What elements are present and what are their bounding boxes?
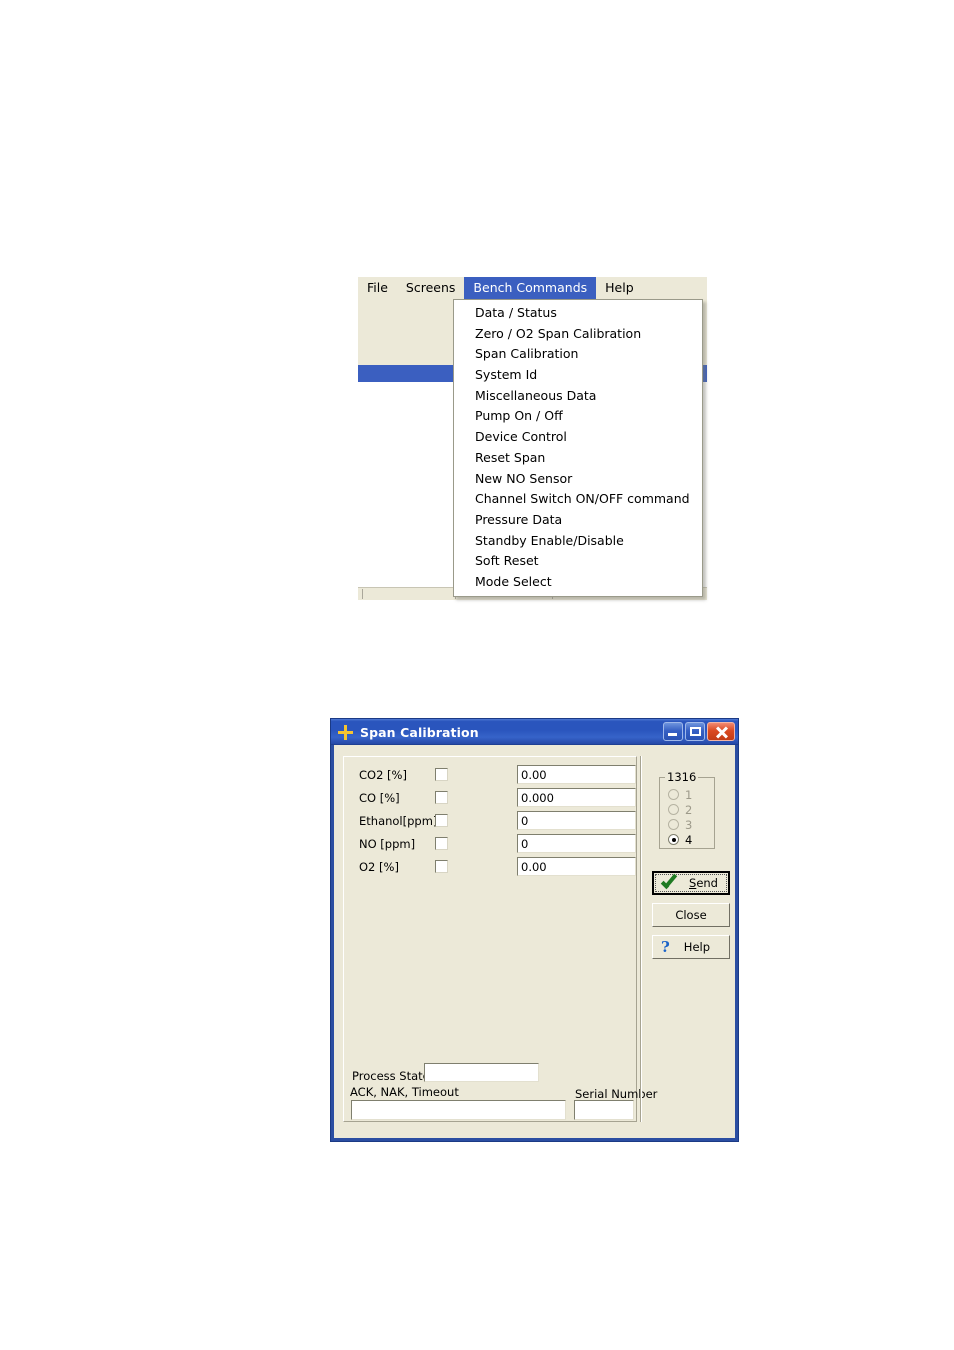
- menu-item-mode-select[interactable]: Mode Select: [454, 572, 702, 593]
- cross-icon: [337, 724, 354, 741]
- gas-value-input[interactable]: 0: [517, 811, 636, 830]
- channel-group-box: 1316 1234: [659, 770, 715, 849]
- gas-label: Ethanol[ppm]: [359, 814, 438, 828]
- gas-checkbox[interactable]: [435, 837, 448, 850]
- status-separator: [362, 589, 363, 599]
- radio-indicator: [668, 804, 679, 815]
- menu-help[interactable]: Help: [596, 277, 643, 299]
- close-button[interactable]: [707, 722, 735, 741]
- serial-number-label: Serial Number: [575, 1087, 658, 1101]
- radio-indicator: [668, 819, 679, 830]
- menu-bar: File Screens Bench Commands Help: [358, 277, 707, 299]
- radio-label: 3: [685, 817, 693, 832]
- gas-values-panel: Process State ACK, NAK, Timeout Serial N…: [343, 756, 657, 1122]
- close-dialog-button[interactable]: Close: [652, 903, 730, 927]
- maximize-icon: [690, 727, 701, 736]
- send-button[interactable]: Send: [652, 871, 730, 895]
- radio-label: 1: [685, 787, 693, 802]
- gas-label: NO [ppm]: [359, 837, 416, 851]
- window-controls: [663, 722, 735, 741]
- gas-row: O2 [%] 0.00: [344, 857, 638, 880]
- menu-screens[interactable]: Screens: [397, 277, 465, 299]
- serial-number-input[interactable]: [574, 1100, 634, 1120]
- gas-value-input[interactable]: 0.00: [517, 857, 636, 876]
- radio-label: 2: [685, 802, 693, 817]
- gas-label: CO [%]: [359, 791, 400, 805]
- close-button-label: Close: [675, 908, 707, 922]
- menu-item-device-control[interactable]: Device Control: [454, 427, 702, 448]
- question-mark-icon: ?: [661, 938, 670, 956]
- help-button-label: Help: [683, 940, 711, 954]
- minimize-icon: [668, 733, 677, 736]
- menu-item-system-id[interactable]: System Id: [454, 365, 702, 386]
- menu-bench-commands[interactable]: Bench Commands: [464, 277, 597, 299]
- gas-value-input[interactable]: 0.000: [517, 788, 636, 807]
- gas-row: NO [ppm] 0: [344, 834, 638, 857]
- green-check-icon: [660, 873, 678, 890]
- help-button[interactable]: ? Help: [652, 935, 730, 959]
- channel-radio-3: 3: [668, 817, 692, 832]
- panel-divider: [640, 756, 642, 1122]
- menu-item-zero-o2-span-calibration[interactable]: Zero / O2 Span Calibration: [454, 324, 702, 345]
- minimize-button[interactable]: [663, 722, 683, 741]
- ack-nak-timeout-label: ACK, NAK, Timeout: [350, 1085, 459, 1099]
- menu-file[interactable]: File: [358, 277, 397, 299]
- menu-item-soft-reset[interactable]: Soft Reset: [454, 551, 702, 572]
- gas-checkbox[interactable]: [435, 768, 448, 781]
- radio-indicator: [668, 834, 679, 845]
- channel-radio-2: 2: [668, 802, 692, 817]
- menu-item-pressure-data[interactable]: Pressure Data: [454, 510, 702, 531]
- dialog-title: Span Calibration: [360, 724, 479, 740]
- ack-nak-timeout-input[interactable]: [351, 1100, 566, 1120]
- gas-row: CO2 [%] 0.00: [344, 765, 638, 788]
- dialog-body: Process State ACK, NAK, Timeout Serial N…: [334, 745, 735, 1138]
- process-state-label: Process State: [352, 1069, 430, 1083]
- gas-checkbox[interactable]: [435, 814, 448, 827]
- radio-label: 4: [685, 832, 693, 847]
- channel-radio-1: 1: [668, 787, 692, 802]
- gas-value-input[interactable]: 0.00: [517, 765, 636, 784]
- maximize-button[interactable]: [685, 722, 705, 741]
- gas-row: Ethanol[ppm] 0: [344, 811, 638, 834]
- menu-item-pump-on-off[interactable]: Pump On / Off: [454, 406, 702, 427]
- gas-checkbox[interactable]: [435, 791, 448, 804]
- menu-item-new-no-sensor[interactable]: New NO Sensor: [454, 469, 702, 490]
- channel-radio-4[interactable]: 4: [668, 832, 692, 847]
- gas-label: O2 [%]: [359, 860, 399, 874]
- span-calibration-dialog: Span Calibration Process State ACK, NAK,…: [330, 718, 739, 1142]
- bench-commands-menu: Data / Status Zero / O2 Span Calibration S…: [453, 299, 703, 597]
- menu-item-reset-span[interactable]: Reset Span: [454, 448, 702, 469]
- menu-item-channel-switch-on-off-command[interactable]: Channel Switch ON/OFF command: [454, 489, 702, 510]
- menu-item-miscellaneous-data[interactable]: Miscellaneous Data: [454, 386, 702, 407]
- gas-checkbox[interactable]: [435, 860, 448, 873]
- menu-item-data-status[interactable]: Data / Status: [454, 303, 702, 324]
- gas-label: CO2 [%]: [359, 768, 407, 782]
- gas-row: CO [%] 0.000: [344, 788, 638, 811]
- channel-group-title: 1316: [665, 770, 699, 784]
- menu-item-span-calibration[interactable]: Span Calibration: [454, 344, 702, 365]
- menu-item-standby-enable-disable[interactable]: Standby Enable/Disable: [454, 531, 702, 552]
- radio-indicator: [668, 789, 679, 800]
- process-state-input[interactable]: [424, 1063, 539, 1082]
- dialog-title-bar[interactable]: Span Calibration: [331, 719, 738, 745]
- gas-value-input[interactable]: 0: [517, 834, 636, 853]
